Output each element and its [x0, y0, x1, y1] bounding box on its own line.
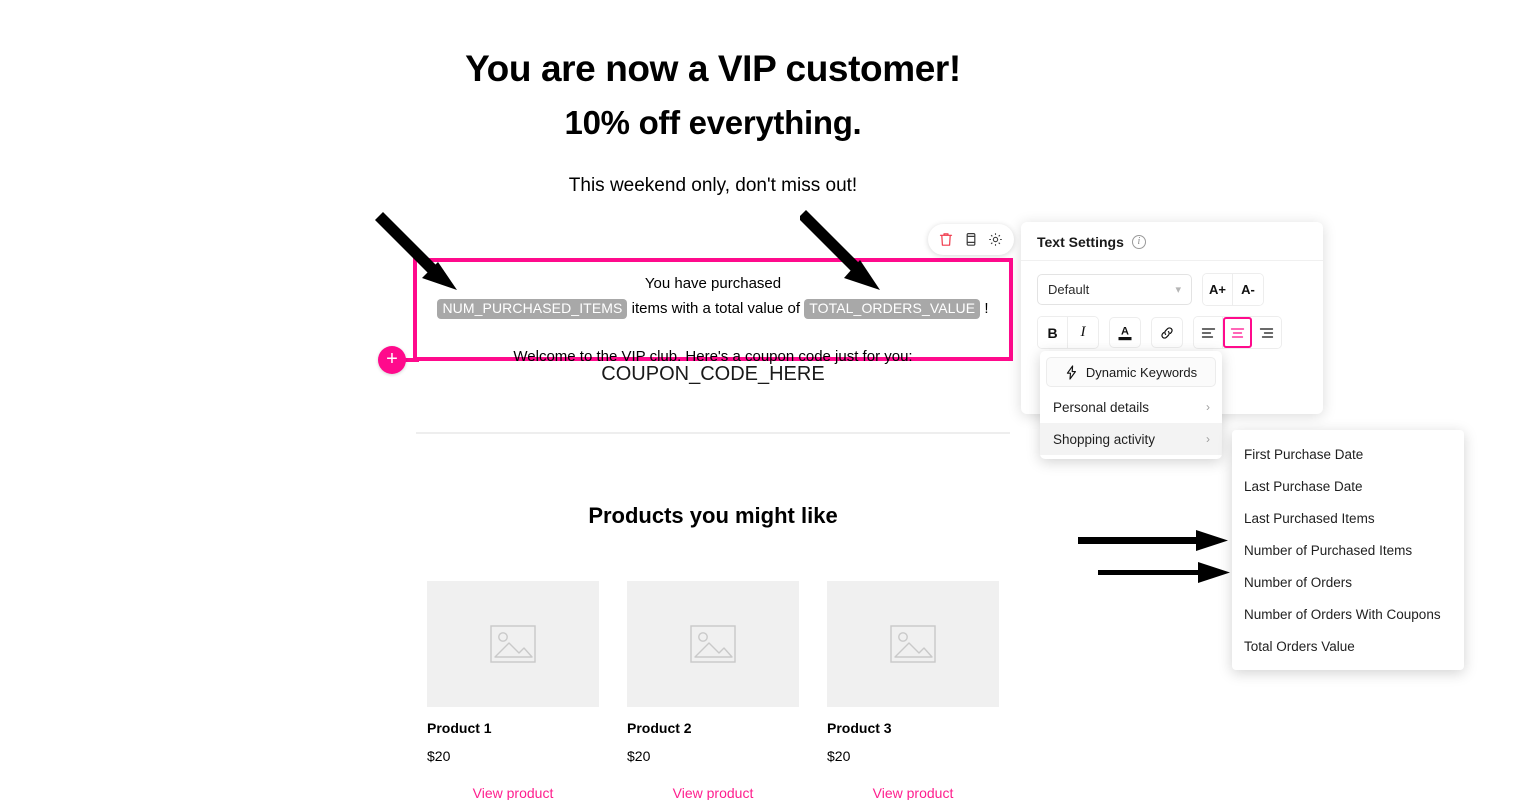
dynamic-keyword-tag-num-purchased-items[interactable]: NUM_PURCHASED_ITEMS	[437, 299, 628, 320]
email-subheadline[interactable]: This weekend only, don't miss out!	[413, 142, 1013, 197]
annotation-arrow-to-number-of-orders	[1098, 562, 1230, 583]
dynamic-keywords-item-personal-details[interactable]: Personal details ›	[1040, 391, 1222, 423]
link-icon	[1161, 326, 1173, 339]
product-thumbnail	[427, 581, 599, 707]
product-name: Product 3	[827, 720, 892, 736]
chevron-down-icon: ▾	[1175, 284, 1181, 296]
selected-text-block[interactable]: You have purchased NUM_PURCHASED_ITEMS i…	[378, 258, 1013, 374]
text-settings-row-format: B I A	[1021, 306, 1323, 349]
text-settings-title: Text Settings	[1037, 234, 1124, 250]
text-settings-row-font: Default ▾ A+ A-	[1021, 261, 1323, 306]
svg-text:A: A	[1121, 325, 1129, 337]
submenu-item-number-of-orders[interactable]: Number of Orders	[1232, 566, 1464, 598]
product-name: Product 2	[627, 720, 692, 736]
submenu-item-number-of-orders-with-coupons[interactable]: Number of Orders With Coupons	[1232, 598, 1464, 630]
view-product-link[interactable]: View product	[427, 785, 599, 800]
text-color-icon: A	[1118, 325, 1132, 340]
font-style-value: Default	[1048, 282, 1090, 297]
product-price: $20	[627, 748, 651, 764]
block-settings-button[interactable]	[987, 231, 1005, 249]
chevron-right-icon: ›	[1206, 432, 1210, 446]
submenu-item-total-orders-value[interactable]: Total Orders Value	[1232, 630, 1464, 662]
text-settings-header: Text Settings i	[1021, 222, 1323, 261]
trash-icon	[940, 233, 953, 246]
dynamic-keywords-button[interactable]: Dynamic Keywords	[1046, 357, 1216, 387]
submenu-item-first-purchase-date[interactable]: First Purchase Date	[1232, 438, 1464, 470]
lightning-bolt-icon	[1066, 364, 1076, 380]
submenu-item-number-of-purchased-items[interactable]: Number of Purchased Items	[1232, 534, 1464, 566]
font-size-buttons: A+ A-	[1202, 273, 1264, 306]
product-card[interactable]: Product 1 $20 View product	[427, 581, 599, 800]
shopping-activity-submenu: First Purchase Date Last Purchase Date L…	[1232, 430, 1464, 670]
align-center-button[interactable]	[1223, 317, 1252, 348]
dynamic-keywords-label: Dynamic Keywords	[1085, 364, 1198, 380]
duplicate-icon	[966, 233, 976, 246]
product-price: $20	[427, 748, 451, 764]
gear-icon	[989, 233, 1002, 246]
add-block-connector	[405, 358, 419, 362]
screenshot-stage: You are now a VIP customer! 10% off ever…	[0, 0, 1520, 800]
increase-font-size-button[interactable]: A+	[1203, 274, 1233, 305]
block-action-toolbar	[928, 224, 1014, 255]
section-divider	[416, 432, 1010, 434]
add-block-button[interactable]: +	[378, 346, 406, 374]
align-center-icon	[1230, 327, 1245, 338]
product-thumbnail	[827, 581, 999, 707]
align-left-icon	[1201, 327, 1215, 338]
insert-link-button[interactable]	[1151, 317, 1183, 348]
dynamic-keywords-item-shopping-activity[interactable]: Shopping activity ›	[1040, 423, 1222, 455]
selected-block-line-1: You have purchased	[644, 275, 782, 292]
align-right-button[interactable]	[1252, 317, 1281, 348]
view-product-link[interactable]: View product	[827, 785, 999, 800]
duplicate-block-button[interactable]	[962, 231, 980, 249]
selected-block-line-2-end: !	[980, 300, 989, 318]
info-icon[interactable]: i	[1131, 235, 1146, 249]
dynamic-keywords-item-label: Personal details	[1053, 399, 1150, 415]
font-style-select[interactable]: Default ▾	[1037, 274, 1192, 305]
text-style-buttons: B I	[1037, 316, 1099, 349]
email-canvas: You are now a VIP customer! 10% off ever…	[378, 0, 1013, 800]
submenu-item-last-purchased-items[interactable]: Last Purchased Items	[1232, 502, 1464, 534]
image-placeholder-icon	[690, 625, 736, 663]
decrease-font-size-button[interactable]: A-	[1233, 274, 1263, 305]
product-thumbnail	[627, 581, 799, 707]
plus-icon: +	[386, 348, 398, 370]
product-card[interactable]: Product 3 $20 View product	[827, 581, 999, 800]
image-placeholder-icon	[490, 625, 536, 663]
image-placeholder-icon	[890, 625, 936, 663]
align-right-icon	[1259, 327, 1274, 338]
product-name: Product 1	[427, 720, 492, 736]
align-left-button[interactable]	[1194, 317, 1223, 348]
products-section-heading: Products you might like	[588, 503, 838, 528]
dynamic-keyword-tag-total-orders-value[interactable]: TOTAL_ORDERS_VALUE	[804, 299, 981, 320]
selected-block-line-2-mid: items with a total value of	[627, 300, 805, 318]
italic-button[interactable]: I	[1068, 317, 1098, 348]
text-color-button[interactable]: A	[1109, 317, 1141, 348]
product-price: $20	[827, 748, 851, 764]
coupon-code-text[interactable]: COUPON_CODE_HERE	[413, 363, 1013, 386]
bold-button[interactable]: B	[1038, 317, 1068, 348]
annotation-arrow-to-number-of-purchased-items	[1078, 530, 1228, 551]
product-card[interactable]: Product 2 $20 View product	[627, 581, 799, 800]
email-headline-primary[interactable]: You are now a VIP customer!	[413, 0, 1013, 89]
email-headline-secondary[interactable]: 10% off everything.	[413, 89, 1013, 142]
dynamic-keywords-item-label: Shopping activity	[1053, 431, 1156, 447]
submenu-item-last-purchase-date[interactable]: Last Purchase Date	[1232, 470, 1464, 502]
chevron-right-icon: ›	[1206, 400, 1210, 414]
delete-block-button[interactable]	[937, 231, 955, 249]
dynamic-keywords-dropdown: Dynamic Keywords Personal details › Shop…	[1040, 351, 1222, 459]
text-alignment-buttons	[1193, 316, 1282, 349]
view-product-link[interactable]: View product	[627, 785, 799, 800]
selected-block-line-2: NUM_PURCHASED_ITEMS items with a total v…	[437, 297, 989, 320]
products-row: Product 1 $20 View product Product 2 $20…	[427, 581, 1013, 800]
